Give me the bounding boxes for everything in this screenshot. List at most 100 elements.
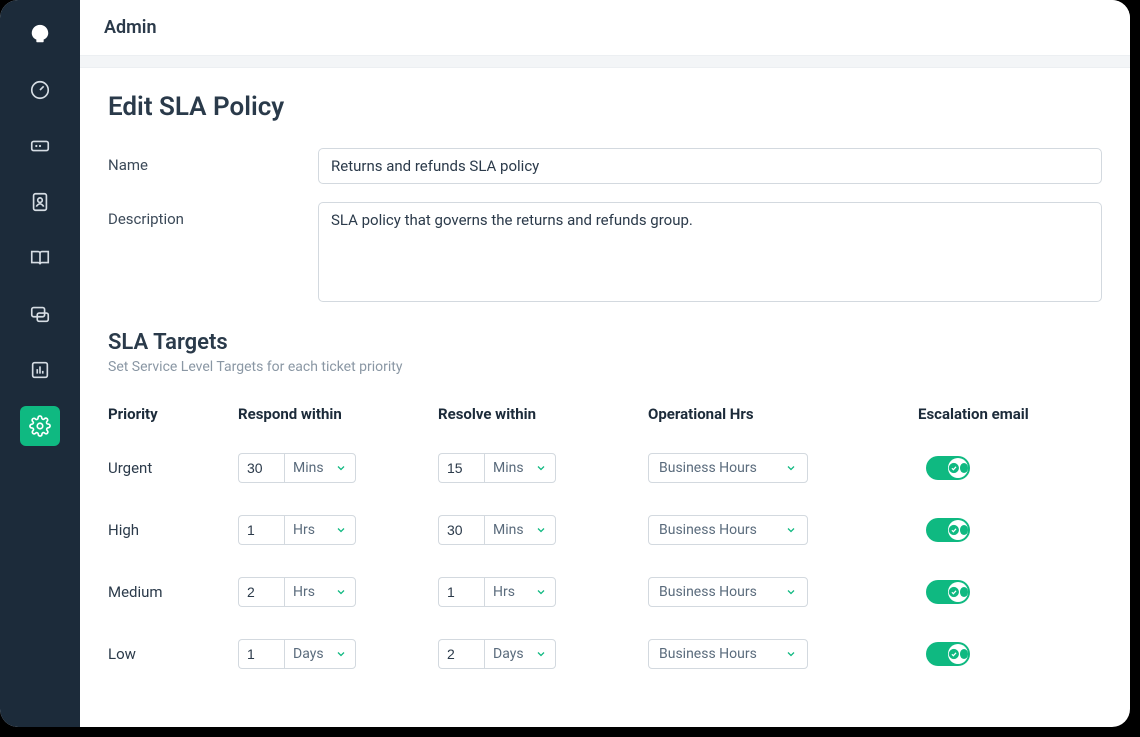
logo-icon[interactable] [20,14,60,54]
sidebar-item-reports[interactable] [20,350,60,390]
respond-within-group: Hrs [238,515,438,545]
content-scroll: Edit SLA Policy Name Description SLA pol… [80,68,1130,727]
topbar-title: Admin [104,17,157,38]
ophours-select[interactable]: Business Hours [648,515,808,545]
resolve-unit-select[interactable]: Mins [484,453,556,483]
respond-within-group: Days [238,639,438,669]
app-window: Admin Edit SLA Policy Name Description S… [0,0,1130,727]
resolve-unit-label: Mins [493,460,524,476]
th-ophours: Operational Hrs [648,405,918,423]
priority-label: High [108,521,238,539]
name-input[interactable] [318,148,1102,184]
resolve-value-input[interactable] [438,577,484,607]
chevron-down-icon [335,462,347,474]
ophours-cell: Business Hours [648,577,918,607]
th-resolve: Resolve within [438,405,648,423]
respond-unit-select[interactable]: Hrs [284,577,356,607]
respond-unit-label: Hrs [293,584,315,600]
ophours-select[interactable]: Business Hours [648,639,808,669]
resolve-unit-label: Days [493,646,524,662]
resolve-unit-select[interactable]: Mins [484,515,556,545]
sidebar-item-dashboard[interactable] [20,70,60,110]
resolve-unit-select[interactable]: Hrs [484,577,556,607]
table-row: Urgent Mins Mins Business Hours [108,453,1102,483]
resolve-unit-label: Mins [493,522,524,538]
toggle-knob-check-icon [948,582,968,602]
respond-value-input[interactable] [238,453,284,483]
sidebar-item-tickets[interactable] [20,126,60,166]
targets-subtitle: Set Service Level Targets for each ticke… [108,359,1102,375]
resolve-value-input[interactable] [438,515,484,545]
sidebar-item-knowledge-base[interactable] [20,238,60,278]
chevron-down-icon [785,648,797,660]
resolve-value-input[interactable] [438,453,484,483]
escalation-toggle[interactable] [926,642,970,666]
chevron-down-icon [335,648,347,660]
chevron-down-icon [535,524,547,536]
resolve-unit-select[interactable]: Days [484,639,556,669]
priority-label: Low [108,645,238,663]
resolve-within-group: Mins [438,453,648,483]
respond-value-input[interactable] [238,515,284,545]
ophours-label: Business Hours [659,646,757,662]
form-row-description: Description SLA policy that governs the … [108,202,1102,306]
chevron-down-icon [785,524,797,536]
respond-unit-select[interactable]: Days [284,639,356,669]
ophours-cell: Business Hours [648,515,918,545]
respond-value-input[interactable] [238,577,284,607]
th-respond: Respond within [238,405,438,423]
escalation-cell [918,518,1102,542]
th-escalation: Escalation email [918,405,1102,423]
toggle-knob-check-icon [948,644,968,664]
targets-table: Priority Respond within Resolve within O… [108,405,1102,669]
table-row: MediumHrsHrsBusiness Hours [108,577,1102,607]
respond-unit-select[interactable]: Mins [284,453,356,483]
chevron-down-icon [535,462,547,474]
description-textarea[interactable]: SLA policy that governs the returns and … [318,202,1102,302]
escalation-toggle[interactable] [926,456,970,480]
table-row: High Hrs Mins Business Hours [108,515,1102,545]
sidebar-nav [0,0,80,727]
ophours-select[interactable]: Business Hours [648,577,808,607]
respond-value-input[interactable] [238,639,284,669]
description-label: Description [108,202,318,306]
sidebar-item-settings[interactable] [20,406,60,446]
toggle-knob-check-icon [948,520,968,540]
chevron-down-icon [535,586,547,598]
respond-unit-label: Days [293,646,324,662]
table-header-row: Priority Respond within Resolve within O… [108,405,1102,423]
resolve-within-group: Mins [438,515,648,545]
respond-unit-select[interactable]: Hrs [284,515,356,545]
resolve-within-group: Hrs [438,577,648,607]
resolve-unit-label: Hrs [493,584,515,600]
respond-within-group: Mins [238,453,438,483]
respond-within-group: Hrs [238,577,438,607]
name-label: Name [108,148,318,184]
resolve-within-group: Days [438,639,648,669]
sidebar-item-chat[interactable] [20,294,60,334]
chevron-down-icon [335,586,347,598]
toggle-knob-check-icon [948,458,968,478]
escalation-cell [918,580,1102,604]
escalation-toggle[interactable] [926,580,970,604]
respond-unit-label: Hrs [293,522,315,538]
divider-strip [80,56,1130,68]
ophours-label: Business Hours [659,584,757,600]
topbar: Admin [80,0,1130,56]
ophours-select[interactable]: Business Hours [648,453,808,483]
table-row: Low Days Days Business Hours [108,639,1102,669]
chevron-down-icon [785,586,797,598]
sidebar-item-contacts[interactable] [20,182,60,222]
escalation-cell [918,642,1102,666]
resolve-value-input[interactable] [438,639,484,669]
escalation-cell [918,456,1102,480]
priority-label: Urgent [108,459,238,477]
escalation-toggle[interactable] [926,518,970,542]
th-priority: Priority [108,405,238,423]
chevron-down-icon [535,648,547,660]
ophours-label: Business Hours [659,460,757,476]
ophours-label: Business Hours [659,522,757,538]
respond-unit-label: Mins [293,460,324,476]
targets-title: SLA Targets [108,330,1102,355]
ophours-cell: Business Hours [648,453,918,483]
